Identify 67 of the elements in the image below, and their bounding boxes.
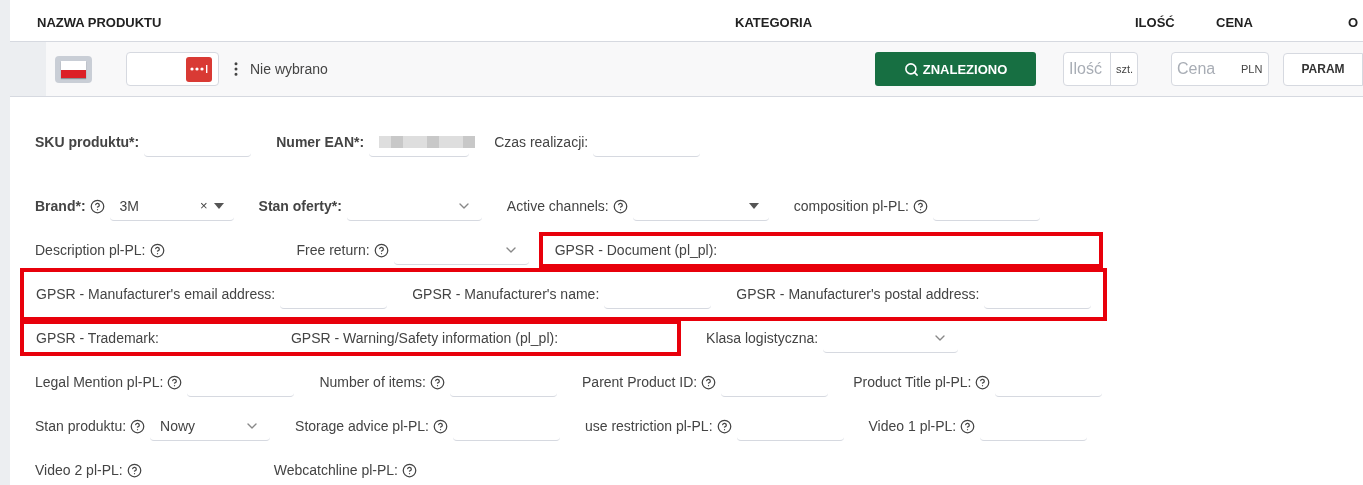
help-icon[interactable] [432, 418, 448, 434]
field-label: Storage advice pl-PL: [295, 418, 429, 434]
field-label: Brand*: [35, 198, 86, 214]
flag-icon [61, 60, 86, 78]
field-label: Video 2 pl-PL: [35, 462, 123, 478]
currency-label: PLN [1240, 62, 1264, 77]
field-label: Numer EAN*: [276, 134, 365, 150]
clear-icon[interactable]: × [199, 198, 208, 213]
column-header: O [1348, 15, 1359, 30]
search-button[interactable]: ZNALEZIONO [875, 52, 1036, 86]
field-label: Product Title pl-PL: [853, 374, 972, 390]
help-icon[interactable] [716, 418, 732, 434]
help-icon[interactable] [167, 374, 183, 390]
help-icon[interactable] [701, 374, 717, 390]
field-label: Number of items: [319, 374, 426, 390]
price-input[interactable]: Cena [1172, 59, 1236, 79]
field-label: Free return: [296, 242, 370, 258]
param-button[interactable]: PARAM [1283, 52, 1363, 86]
select-field[interactable]: 3M × [109, 191, 234, 221]
field-label: SKU produktu*: [35, 134, 140, 150]
field-label: GPSR - Trademark: [36, 330, 159, 346]
help-icon[interactable] [430, 374, 445, 390]
field-label: Active channels: [506, 198, 609, 214]
field-label: use restriction pl-PL: [584, 418, 713, 434]
column-header: KATEGORIA [735, 15, 813, 30]
caret-icon [213, 202, 224, 209]
field-label: composition pl-PL: [793, 198, 909, 214]
field-label: Stan oferty*: [258, 198, 342, 214]
field-label: Video 1 pl-PL: [868, 418, 957, 434]
field-label: Parent Product ID: [582, 374, 698, 390]
dots-icon [190, 65, 208, 73]
field-label: GPSR - Warning/Safety information (pl_pl): [290, 330, 559, 346]
help-icon[interactable] [373, 242, 389, 258]
column-header: CENA [1216, 15, 1253, 30]
password-button[interactable] [186, 56, 212, 82]
help-icon[interactable] [401, 462, 417, 478]
unit-label: szt. [1110, 53, 1139, 85]
select-field[interactable]: Nowy [150, 411, 271, 441]
row-handle[interactable] [10, 42, 46, 96]
flag-button[interactable] [55, 55, 92, 83]
help-icon[interactable] [130, 418, 146, 434]
column-header: NAZWA PRODUKTU [37, 15, 162, 30]
field-label: GPSR - Manufacturer's postal address: [736, 286, 980, 302]
help-icon[interactable] [89, 198, 105, 214]
field-label: GPSR - Manufacturer's email address: [36, 286, 276, 302]
help-icon[interactable] [149, 242, 165, 258]
caret-icon [748, 202, 759, 209]
help-icon[interactable] [612, 198, 628, 214]
field-label: GPSR - Manufacturer's name: [412, 286, 600, 302]
field-label: Stan produktu: [35, 418, 127, 434]
quantity-field[interactable]: Ilość szt. [1063, 52, 1138, 86]
quantity-input[interactable]: Ilość [1064, 59, 1110, 79]
price-field[interactable]: Cena PLN [1171, 52, 1269, 86]
field-label: Webcatchline pl-PL: [273, 462, 398, 478]
field-label: Czas realizacji: [494, 134, 589, 150]
help-icon[interactable] [975, 374, 991, 390]
help-icon[interactable] [912, 198, 928, 214]
field-label: GPSR - Document (pl_pl): [554, 242, 718, 258]
help-icon[interactable] [960, 418, 976, 434]
search-icon [903, 61, 919, 77]
column-header: ILOŚĆ [1135, 15, 1175, 30]
field-label: Legal Mention pl-PL: [35, 374, 164, 390]
help-icon[interactable] [126, 462, 142, 478]
field-label: Description pl-PL: [35, 242, 146, 258]
picker-field[interactable] [126, 52, 219, 86]
status-text: Nie wybrano [250, 61, 328, 77]
field-label: Klasa logistyczna: [706, 330, 819, 346]
